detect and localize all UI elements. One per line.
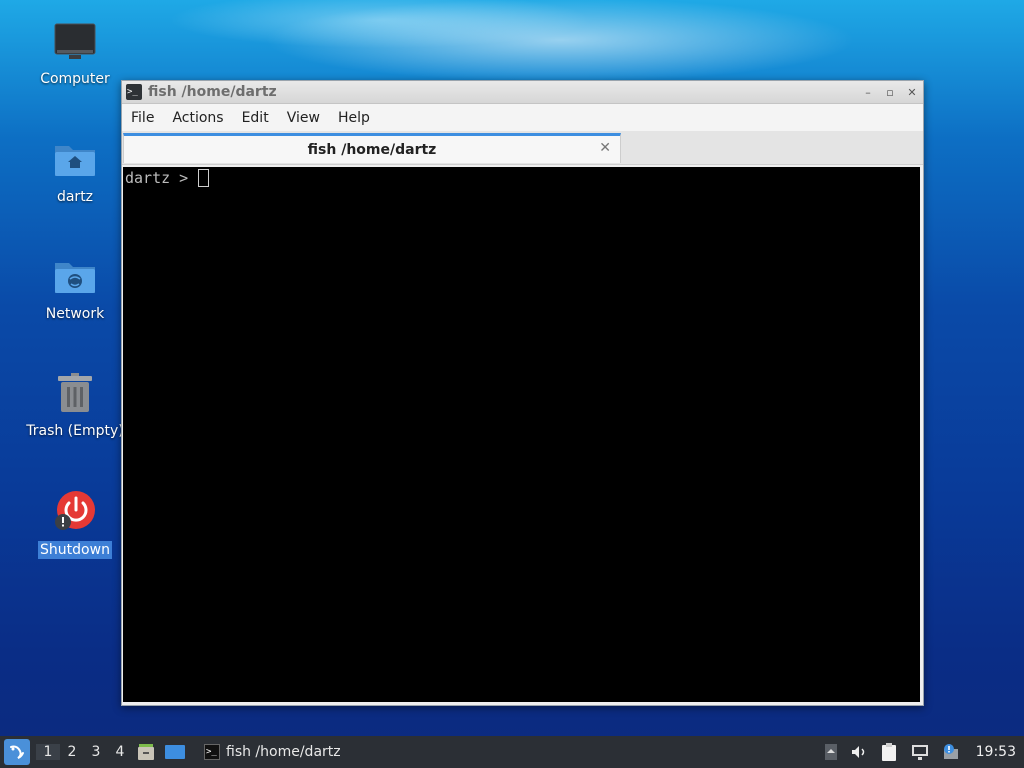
menu-file[interactable]: File <box>122 110 163 126</box>
menu-help[interactable]: Help <box>329 110 379 126</box>
tab-close-icon[interactable]: ✕ <box>599 140 611 156</box>
terminal-cursor <box>198 169 210 187</box>
close-button[interactable]: ✕ <box>901 86 923 99</box>
trash-icon <box>24 372 126 418</box>
desktop-icon-label: Shutdown <box>38 541 112 559</box>
desktop-icon-network[interactable]: Network <box>24 257 126 323</box>
network-status-icon[interactable] <box>910 743 930 761</box>
taskbar-item-label: fish /home/dartz <box>226 744 341 760</box>
tab-bar: fish /home/dartz ✕ <box>122 131 923 165</box>
workspace-2[interactable]: 2 <box>60 744 84 760</box>
workspace-1[interactable]: 1 <box>36 744 60 760</box>
terminal-icon: >_ <box>126 84 142 100</box>
terminal-window[interactable]: >_ fish /home/dartz – ▫ ✕ File Actions E… <box>121 80 924 706</box>
clock[interactable]: 19:53 <box>976 744 1016 760</box>
minimize-button[interactable]: – <box>857 86 879 99</box>
workspace-3[interactable]: 3 <box>84 744 108 760</box>
terminal-prompt: dartz > <box>125 169 198 187</box>
menu-bar: File Actions Edit View Help <box>122 104 923 131</box>
window-titlebar[interactable]: >_ fish /home/dartz – ▫ ✕ <box>122 81 923 104</box>
tray-expand-icon[interactable] <box>824 743 838 761</box>
terminal-icon: >_ <box>204 744 220 760</box>
menu-actions[interactable]: Actions <box>163 110 232 126</box>
terminal-area[interactable]: dartz > <box>123 167 920 702</box>
tab-fish-home[interactable]: fish /home/dartz ✕ <box>123 133 621 163</box>
volume-icon[interactable] <box>850 743 868 761</box>
application-menu-button[interactable] <box>4 739 30 765</box>
desktop-icon-computer[interactable]: Computer <box>24 22 126 88</box>
desktop-icon-shutdown[interactable]: Shutdown <box>24 489 126 559</box>
clipboard-icon[interactable] <box>880 742 898 762</box>
taskbar-item-terminal[interactable]: >_ fish /home/dartz <box>198 738 347 766</box>
network-folder-icon <box>24 257 126 301</box>
taskbar: 1 2 3 4 >_ fish /home/dartz 19:53 <box>0 736 1024 768</box>
menu-edit[interactable]: Edit <box>233 110 278 126</box>
shutdown-icon <box>24 489 126 537</box>
window-title: fish /home/dartz <box>148 84 277 100</box>
desktop-icon-label: Trash (Empty) <box>26 423 124 439</box>
menu-view[interactable]: View <box>278 110 329 126</box>
update-notification-icon[interactable] <box>942 743 960 761</box>
computer-icon <box>24 22 126 66</box>
start-menu-icon <box>10 745 24 759</box>
home-folder-icon <box>24 140 126 184</box>
desktop-icon-trash[interactable]: Trash (Empty) <box>24 372 126 440</box>
restore-button[interactable]: ▫ <box>879 86 901 99</box>
desktop-icon-home-folder[interactable]: dartz <box>24 140 126 206</box>
tab-label: fish /home/dartz <box>307 141 437 158</box>
system-tray: 19:53 <box>818 742 1024 762</box>
desktop-icon-label: Computer <box>40 71 110 87</box>
workspace-4[interactable]: 4 <box>108 744 132 760</box>
show-desktop-icon[interactable] <box>164 743 186 761</box>
file-manager-launcher-icon[interactable] <box>136 742 156 762</box>
desktop-icon-label: Network <box>45 306 105 322</box>
desktop-icon-label: dartz <box>56 189 94 205</box>
